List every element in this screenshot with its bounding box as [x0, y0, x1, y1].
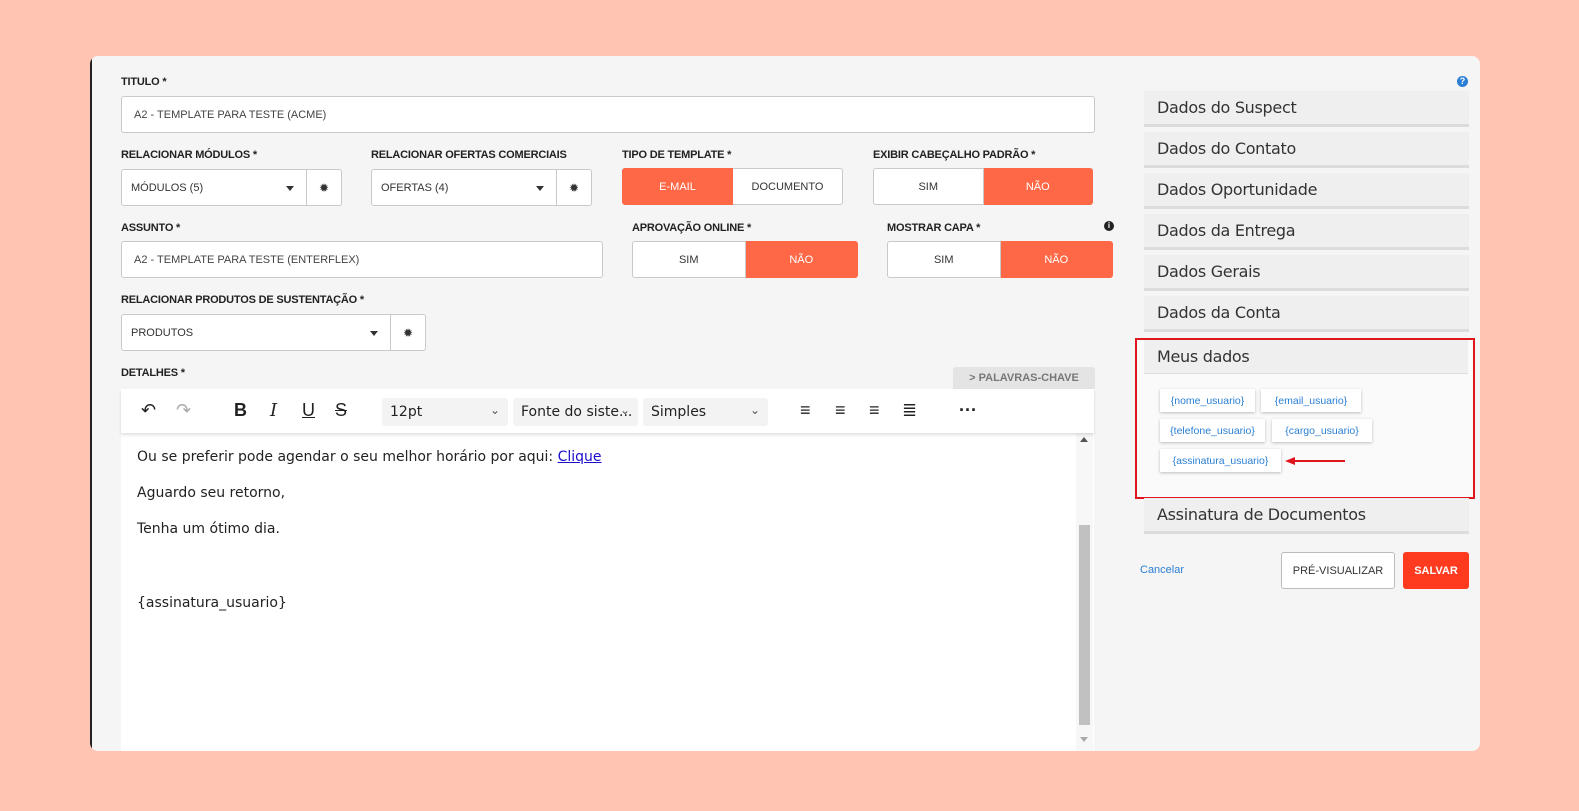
red-arrow-icon — [1285, 457, 1345, 465]
editor-line-2: Aguardo seu retorno, — [137, 485, 286, 501]
sidebar-item-dados-entrega[interactable]: Dados da Entrega — [1144, 214, 1469, 250]
cabecalho-nao-option[interactable]: NÃO — [983, 168, 1093, 205]
font-size-value: 12pt — [390, 404, 423, 420]
modulos-value-text: MÓDULOS (5) — [131, 181, 204, 194]
chevron-down-icon: ⌄ — [619, 403, 630, 417]
chip-telefone-usuario[interactable]: {telefone_usuario} — [1160, 419, 1265, 442]
scroll-down-icon[interactable] — [1080, 737, 1088, 742]
align-center-icon[interactable]: ≡ — [835, 400, 846, 421]
tipo-template-label: TIPO DE TEMPLATE * — [622, 149, 732, 161]
meus-dados-header[interactable]: Meus dados — [1144, 340, 1468, 374]
produtos-select-value[interactable]: PRODUTOS — [121, 314, 391, 351]
cancel-link[interactable]: Cancelar — [1140, 564, 1184, 576]
cabecalho-label: EXIBIR CABEÇALHO PADRÃO * — [873, 149, 1036, 161]
capa-label: MOSTRAR CAPA * — [887, 222, 981, 234]
produtos-label: RELACIONAR PRODUTOS DE SUSTENTAÇÃO * — [121, 294, 364, 306]
chevron-down-icon — [536, 186, 544, 191]
assunto-label: ASSUNTO * — [121, 222, 181, 234]
aprovacao-sim-option[interactable]: SIM — [632, 241, 746, 278]
align-right-icon[interactable]: ≡ — [869, 400, 880, 421]
produtos-select[interactable]: PRODUTOS ✹ — [121, 314, 426, 351]
save-button[interactable]: SALVAR — [1403, 552, 1469, 589]
palavras-chave-button[interactable]: > PALAVRAS-CHAVE — [953, 367, 1095, 389]
editor-line-1: Ou se preferir pode agendar o seu melhor… — [137, 449, 602, 465]
sidebar-item-dados-suspect[interactable]: Dados do Suspect — [1144, 91, 1469, 127]
rich-text-editor[interactable]: ↶ ↷ B I U S 12pt ⌄ Fonte do siste... ⌄ Sim… — [121, 389, 1094, 751]
sidebar-item-assinatura-documentos[interactable]: Assinatura de Documentos — [1144, 498, 1469, 534]
scroll-thumb[interactable] — [1079, 525, 1090, 725]
assunto-input[interactable]: A2 - TEMPLATE PARA TESTE (ENTERFLEX) — [121, 241, 603, 278]
chip-assinatura-usuario[interactable]: {assinatura_usuario} — [1160, 449, 1281, 472]
sidebar-item-dados-conta[interactable]: Dados da Conta — [1144, 296, 1469, 332]
help-icon[interactable]: ? — [1457, 76, 1468, 87]
block-format-value: Simples — [651, 404, 707, 420]
titulo-input[interactable]: A2 - TEMPLATE PARA TESTE (ACME) — [121, 96, 1095, 133]
sidebar-item-dados-gerais[interactable]: Dados Gerais — [1144, 255, 1469, 291]
sidebar-item-dados-oportunidade[interactable]: Dados Oportunidade — [1144, 173, 1469, 209]
line1-text: Ou se preferir pode agendar o seu melhor… — [137, 449, 558, 465]
preview-button[interactable]: PRÉ-VISUALIZAR — [1281, 552, 1395, 589]
font-family-value: Fonte do siste... — [521, 404, 633, 420]
font-size-select[interactable]: 12pt ⌄ — [382, 398, 508, 426]
chevron-down-icon — [286, 186, 294, 191]
left-edge-line — [90, 56, 92, 751]
chip-email-usuario[interactable]: {email_usuario} — [1261, 389, 1361, 412]
aprovacao-label: APROVAÇÃO ONLINE * — [632, 222, 752, 234]
gear-icon[interactable]: ✹ — [391, 314, 426, 351]
ofertas-value-text: OFERTAS (4) — [381, 181, 449, 194]
ofertas-label: RELACIONAR OFERTAS COMERCIAIS — [371, 149, 567, 161]
underline-icon[interactable]: U — [302, 400, 315, 421]
modulos-label: RELACIONAR MÓDULOS * — [121, 149, 257, 161]
capa-sim-option[interactable]: SIM — [887, 241, 1001, 278]
more-options-icon[interactable]: ··· — [959, 400, 977, 421]
editor-toolbar: ↶ ↷ B I U S 12pt ⌄ Fonte do siste... ⌄ Sim… — [121, 389, 1094, 433]
produtos-value-text: PRODUTOS — [131, 326, 194, 339]
tipo-email-option[interactable]: E-MAIL — [622, 168, 733, 205]
font-family-select[interactable]: Fonte do siste... ⌄ — [513, 398, 638, 426]
sidebar-item-dados-contato[interactable]: Dados do Contato — [1144, 132, 1469, 168]
template-editor-card: ? TITULO * A2 - TEMPLATE PARA TESTE (ACM… — [90, 56, 1480, 751]
info-icon[interactable]: i — [1104, 221, 1114, 231]
modulos-select-value[interactable]: MÓDULOS (5) — [121, 169, 307, 206]
chip-nome-usuario[interactable]: {nome_usuario} — [1160, 389, 1255, 412]
cabecalho-sim-option[interactable]: SIM — [873, 168, 984, 205]
bold-icon[interactable]: B — [234, 400, 247, 421]
modulos-select[interactable]: MÓDULOS (5) ✹ — [121, 169, 342, 206]
gear-icon[interactable]: ✹ — [557, 169, 592, 206]
editor-scrollbar[interactable] — [1076, 433, 1093, 751]
detalhes-label: DETALHES * — [121, 367, 185, 379]
capa-nao-option[interactable]: NÃO — [1000, 241, 1113, 278]
strikethrough-icon[interactable]: S — [335, 400, 347, 421]
redo-icon[interactable]: ↷ — [176, 400, 191, 421]
clique-link[interactable]: Clique — [558, 449, 602, 465]
chevron-down-icon — [370, 331, 378, 336]
chevron-down-icon: ⌄ — [489, 403, 500, 417]
ofertas-select-value[interactable]: OFERTAS (4) — [371, 169, 557, 206]
italic-icon[interactable]: I — [270, 400, 277, 421]
chevron-down-icon: ⌄ — [749, 403, 760, 417]
undo-icon[interactable]: ↶ — [141, 400, 156, 421]
editor-line-4: {assinatura_usuario} — [137, 595, 287, 611]
capa-toggle[interactable]: SIM NÃO — [887, 241, 1113, 278]
gear-icon[interactable]: ✹ — [307, 169, 342, 206]
tipo-template-toggle[interactable]: E-MAIL DOCUMENTO — [622, 168, 843, 205]
aprovacao-toggle[interactable]: SIM NÃO — [632, 241, 858, 278]
cabecalho-toggle[interactable]: SIM NÃO — [873, 168, 1093, 205]
block-format-select[interactable]: Simples ⌄ — [643, 398, 768, 426]
ofertas-select[interactable]: OFERTAS (4) ✹ — [371, 169, 592, 206]
align-justify-icon[interactable]: ≣ — [902, 400, 917, 421]
tipo-documento-option[interactable]: DOCUMENTO — [733, 168, 843, 205]
align-left-icon[interactable]: ≡ — [800, 400, 811, 421]
titulo-label: TITULO * — [121, 76, 167, 88]
aprovacao-nao-option[interactable]: NÃO — [745, 241, 858, 278]
chip-cargo-usuario[interactable]: {cargo_usuario} — [1272, 419, 1372, 442]
scroll-up-icon[interactable] — [1080, 437, 1088, 442]
editor-line-3: Tenha um ótimo dia. — [137, 521, 280, 537]
